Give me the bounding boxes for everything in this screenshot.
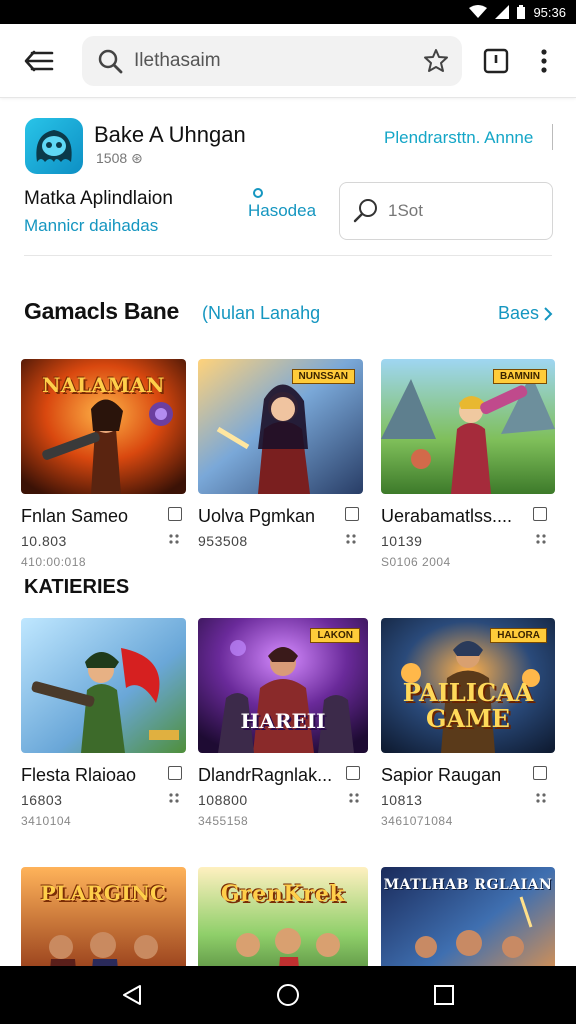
download-dot-icon [253, 188, 263, 198]
home-icon[interactable] [276, 983, 300, 1007]
download-link[interactable]: Hasodea [248, 188, 328, 221]
mini-search-text: 1Sot [388, 201, 423, 220]
wifi-icon [469, 5, 488, 18]
drag-handle-icon[interactable] [168, 533, 180, 545]
game-thumbnail[interactable]: NALAMAN [21, 359, 186, 494]
tabs-icon[interactable] [482, 48, 510, 74]
game-count: 10.803 [21, 533, 67, 549]
signal-icon [495, 5, 510, 19]
drag-handle-icon[interactable] [168, 792, 180, 804]
game-tile[interactable]: NALAMAN Fnlan Sameo 10.803 410:00:018 [21, 359, 186, 569]
chevron-right-icon [544, 306, 553, 321]
game-tile[interactable]: LAKON HAREII DlandrRagnlak... 108800 345… [198, 618, 368, 828]
game-thumbnail[interactable]: HALORA PAILICAA GAME [381, 618, 555, 753]
status-time: 95:36 [533, 4, 566, 20]
game-title: Flesta Rlaioao [21, 765, 137, 785]
game-title-art: MATLHAB RGLAIAN [383, 877, 553, 893]
section-subtitle[interactable]: (Nulan Lanahg [202, 303, 320, 324]
game-thumbnail[interactable]: NUNSSAN [198, 359, 363, 494]
menu-icon[interactable] [22, 46, 56, 76]
divider [552, 124, 553, 150]
game-tile[interactable]: BAMNIN Uerabamatlss.... 10139 S0106 2004 [381, 359, 555, 569]
app-meta: 1508 ⊛ [96, 150, 143, 166]
game-title-art: NALAMAN [42, 373, 165, 397]
bookmark-star-icon[interactable] [422, 47, 450, 75]
checkbox[interactable] [168, 766, 182, 780]
app-developer-link[interactable]: Plendrarsttn. Annne [384, 128, 533, 148]
game-count: 10813 [381, 792, 423, 808]
game-badge: NUNSSAN [291, 369, 355, 384]
game-title-art: GrenKrek [220, 881, 346, 907]
category-title: KATIERIES [24, 576, 130, 598]
back-icon[interactable] [120, 983, 144, 1007]
app-info-card: Bake A Uhngan 1508 ⊛ Plendrarsttn. Annne… [0, 98, 576, 258]
game-thumbnail[interactable]: BAMNIN [381, 359, 555, 494]
app-description-subtitle[interactable]: Mannicr daihadas [24, 216, 158, 236]
game-tile[interactable]: Flesta Rlaioao 16803 3410104 [21, 618, 186, 828]
drag-handle-icon[interactable] [535, 792, 547, 804]
game-date: S0106 2004 [381, 555, 451, 569]
checkbox[interactable] [346, 766, 360, 780]
app-icon[interactable] [25, 118, 83, 174]
section-title: Gamacls Bane [24, 298, 179, 324]
checkbox[interactable] [345, 507, 359, 521]
game-title: Sapior Raugan [381, 765, 502, 785]
checkbox[interactable] [533, 766, 547, 780]
game-title: Uerabamatlss.... [381, 506, 513, 526]
game-count: 108800 [198, 792, 248, 808]
drag-handle-icon[interactable] [535, 533, 547, 545]
game-thumbnail[interactable] [21, 618, 186, 753]
game-count: 10139 [381, 533, 423, 549]
checkbox[interactable] [168, 507, 182, 521]
system-navigation-bar [0, 966, 576, 1024]
game-count: 16803 [21, 792, 63, 808]
see-all-link[interactable]: Baes [498, 303, 553, 324]
game-title: Fnlan Sameo [21, 506, 129, 526]
download-label: Hasodea [248, 201, 317, 220]
game-title: Uolva Pgmkan [198, 506, 316, 526]
search-icon [353, 199, 377, 223]
recents-icon[interactable] [432, 983, 456, 1007]
checkbox[interactable] [533, 507, 547, 521]
divider [24, 255, 552, 256]
game-badge: LAKON [310, 628, 360, 643]
game-title-art: PAILICAA GAME [402, 678, 534, 734]
top-app-bar [0, 24, 576, 98]
game-tile[interactable]: HALORA PAILICAA GAME Sapior Raugan 10813… [381, 618, 555, 828]
mini-search-field[interactable]: 1Sot [339, 182, 553, 240]
game-date: 410:00:018 [21, 555, 87, 569]
search-icon [98, 49, 123, 74]
game-title-art: PLARGINC [40, 881, 167, 905]
game-date: 3410104 [21, 814, 72, 828]
drag-handle-icon[interactable] [348, 792, 360, 804]
app-description-title: Matka Aplindlaion [24, 188, 173, 209]
game-tile[interactable]: NUNSSAN Uolva Pgmkan 953508 [198, 359, 363, 549]
status-bar: 95:36 [0, 0, 576, 24]
search-input[interactable] [134, 50, 394, 72]
app-name: Bake A Uhngan [94, 122, 246, 147]
drag-handle-icon[interactable] [345, 533, 357, 545]
game-count: 953508 [198, 533, 248, 549]
game-date: 3461071084 [381, 814, 453, 828]
game-badge: BAMNIN [493, 369, 547, 384]
game-title-art: HAREII [240, 709, 326, 733]
game-badge: HALORA [490, 628, 547, 643]
battery-icon [517, 5, 526, 19]
game-thumbnail[interactable]: LAKON HAREII [198, 618, 368, 753]
game-date: 3455158 [198, 814, 249, 828]
more-options-icon[interactable] [536, 48, 552, 74]
see-all-label: Baes [498, 303, 540, 323]
game-title: DlandrRagnlak... [198, 765, 333, 785]
search-bar[interactable] [82, 36, 462, 86]
